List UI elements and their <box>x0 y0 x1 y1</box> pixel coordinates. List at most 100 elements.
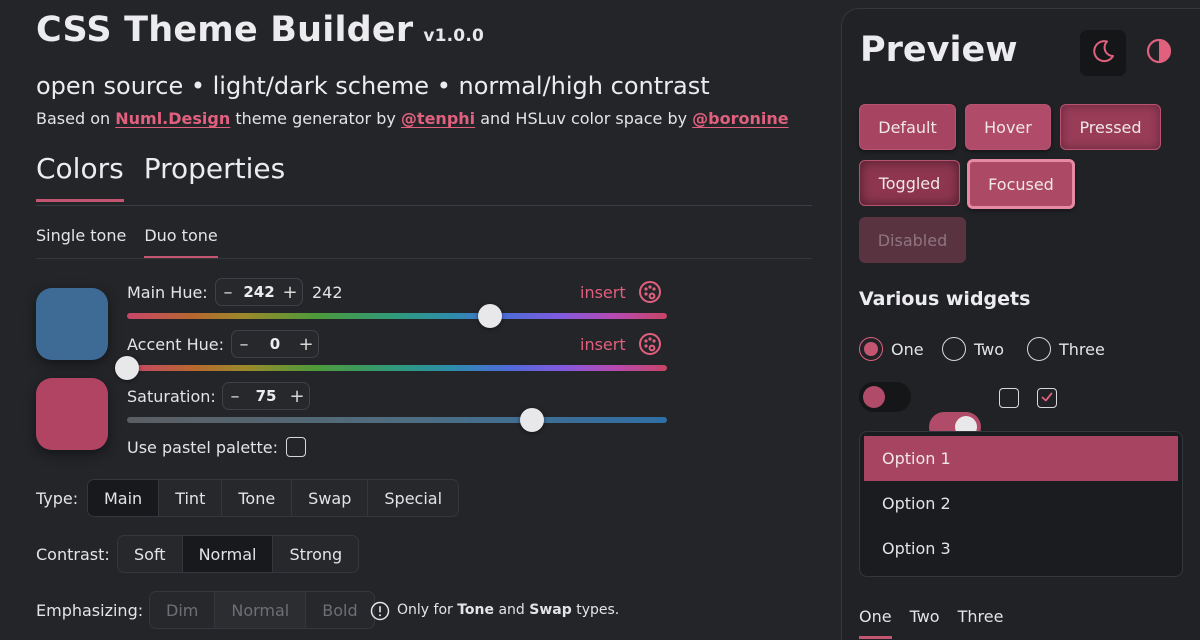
sub-tabs: Single tone Duo tone <box>36 226 218 259</box>
numl-design-link[interactable]: Numl.Design <box>115 109 230 128</box>
saturation-slider-thumb[interactable] <box>520 408 544 432</box>
options-listbox: Option 1 Option 2 Option 3 <box>859 431 1183 577</box>
type-option-swap[interactable]: Swap <box>292 480 369 516</box>
tab-colors[interactable]: Colors <box>36 152 124 202</box>
main-tabs: Colors Properties <box>36 152 285 202</box>
contrast-label: Contrast: <box>36 545 110 564</box>
preview-title: Preview <box>860 30 1018 70</box>
type-option-main[interactable]: Main <box>88 480 160 516</box>
accent-hue-value[interactable]: 0 <box>256 335 294 353</box>
accent-hue-decrement-button[interactable]: – <box>232 334 256 355</box>
radio-one-label: One <box>891 339 924 359</box>
switch-off[interactable] <box>859 382 911 412</box>
info-icon <box>370 601 390 621</box>
moon-icon <box>1089 37 1117 69</box>
preview-checkbox-checked[interactable] <box>1037 388 1057 408</box>
dark-scheme-button[interactable] <box>1080 30 1126 76</box>
emphasizing-option-bold: Bold <box>322 600 358 620</box>
main-hue-increment-button[interactable]: + <box>278 282 302 303</box>
accent-hue-increment-button[interactable]: + <box>294 334 318 355</box>
contrast-option-normal[interactable]: Normal <box>182 536 274 572</box>
main-hue-readout: 242 <box>312 283 343 302</box>
app-version: v1.0.0 <box>423 26 485 46</box>
contrast-icon <box>1145 37 1173 69</box>
accent-color-swatch <box>36 378 108 450</box>
preview-tab-one[interactable]: One <box>859 607 892 639</box>
preview-hover-button[interactable]: Hover <box>965 104 1051 150</box>
note-prefix: Only for <box>397 602 453 618</box>
preview-disabled-button: Disabled <box>859 217 966 263</box>
preview-tab-three[interactable]: Three <box>958 607 1004 639</box>
emphasizing-option-dim: Dim <box>150 592 216 628</box>
accent-hue-label: Accent Hue: <box>127 335 225 354</box>
app-title: CSS Theme Builder v1.0.0 <box>36 10 484 50</box>
checkmark-icon <box>1040 389 1054 408</box>
preview-default-button[interactable]: Default <box>859 104 956 150</box>
emphasizing-segmented-control: Dim Normal Bold <box>149 591 375 629</box>
accent-hue-insert-link[interactable]: insert <box>580 335 626 354</box>
list-option-2[interactable]: Option 2 <box>864 481 1178 526</box>
radio-three[interactable]: Three <box>1027 337 1105 361</box>
preview-toggled-button[interactable]: Toggled <box>859 160 960 206</box>
subtabs-divider <box>36 258 812 259</box>
type-option-special[interactable]: Special <box>368 480 458 516</box>
radio-three-circle[interactable] <box>1027 337 1051 361</box>
radio-two-label: Two <box>974 339 1004 359</box>
contrast-toggle-button[interactable] <box>1136 30 1182 76</box>
saturation-label: Saturation: <box>127 387 216 406</box>
radio-one-circle[interactable] <box>859 337 883 361</box>
credits-middle-1: theme generator by <box>235 109 396 128</box>
pastel-palette-checkbox[interactable] <box>286 437 306 457</box>
preview-tab-two[interactable]: Two <box>910 607 940 639</box>
saturation-value[interactable]: 75 <box>247 387 285 405</box>
list-option-1[interactable]: Option 1 <box>864 436 1178 481</box>
radio-three-label: Three <box>1059 339 1105 359</box>
preview-checkbox-unchecked[interactable] <box>999 388 1019 408</box>
tenphi-link[interactable]: @tenphi <box>401 109 475 128</box>
credits-middle-2: and HSLuv color space by <box>480 109 688 128</box>
type-option-tint[interactable]: Tint <box>159 480 223 516</box>
main-hue-stepper: – 242 + <box>215 278 303 306</box>
saturation-decrement-button[interactable]: – <box>223 386 247 407</box>
type-segmented-control: Main Tint Tone Swap Special <box>87 479 460 517</box>
tab-single-tone[interactable]: Single tone <box>36 226 126 259</box>
accent-hue-slider-thumb[interactable] <box>115 356 139 380</box>
main-hue-value[interactable]: 242 <box>240 283 278 301</box>
contrast-option-strong[interactable]: Strong <box>273 536 358 572</box>
main-hue-slider-track[interactable] <box>127 313 667 319</box>
emphasizing-option-normal: Normal <box>215 592 307 628</box>
preview-focused-button[interactable]: Focused <box>967 159 1075 209</box>
palette-icon[interactable] <box>638 280 662 304</box>
various-widgets-title: Various widgets <box>859 288 1031 310</box>
palette-icon[interactable] <box>638 332 662 356</box>
app-subtitle: open source • light/dark scheme • normal… <box>36 72 710 100</box>
emphasizing-label: Emphasizing: <box>36 601 144 620</box>
main-hue-slider-thumb[interactable] <box>478 304 503 328</box>
note-swap: Swap <box>529 602 572 618</box>
tab-properties[interactable]: Properties <box>144 152 286 202</box>
main-hue-insert-link[interactable]: insert <box>580 283 626 302</box>
accent-hue-slider-track[interactable] <box>127 365 667 371</box>
radio-two[interactable]: Two <box>942 337 1004 361</box>
saturation-stepper: – 75 + <box>222 382 310 410</box>
accent-hue-stepper: – 0 + <box>231 330 319 358</box>
switch-off-knob <box>863 386 885 408</box>
main-hue-label: Main Hue: <box>127 283 208 302</box>
note-suffix: types. <box>576 602 620 618</box>
boronine-link[interactable]: @boronine <box>692 109 788 128</box>
note-tone: Tone <box>457 602 495 618</box>
contrast-option-soft[interactable]: Soft <box>118 536 183 572</box>
main-color-swatch <box>36 288 108 360</box>
type-option-tone[interactable]: Tone <box>222 480 293 516</box>
emphasizing-note: Only for Tone and Swap types. <box>397 602 619 618</box>
main-hue-decrement-button[interactable]: – <box>216 282 240 303</box>
radio-one[interactable]: One <box>859 337 924 361</box>
list-option-3[interactable]: Option 3 <box>864 526 1178 571</box>
preview-pressed-button[interactable]: Pressed <box>1060 104 1161 150</box>
saturation-slider-track[interactable] <box>127 417 667 423</box>
tab-duo-tone[interactable]: Duo tone <box>144 226 218 259</box>
note-and: and <box>498 602 525 618</box>
radio-two-circle[interactable] <box>942 337 966 361</box>
saturation-increment-button[interactable]: + <box>285 386 309 407</box>
app-title-text: CSS Theme Builder <box>36 10 414 50</box>
